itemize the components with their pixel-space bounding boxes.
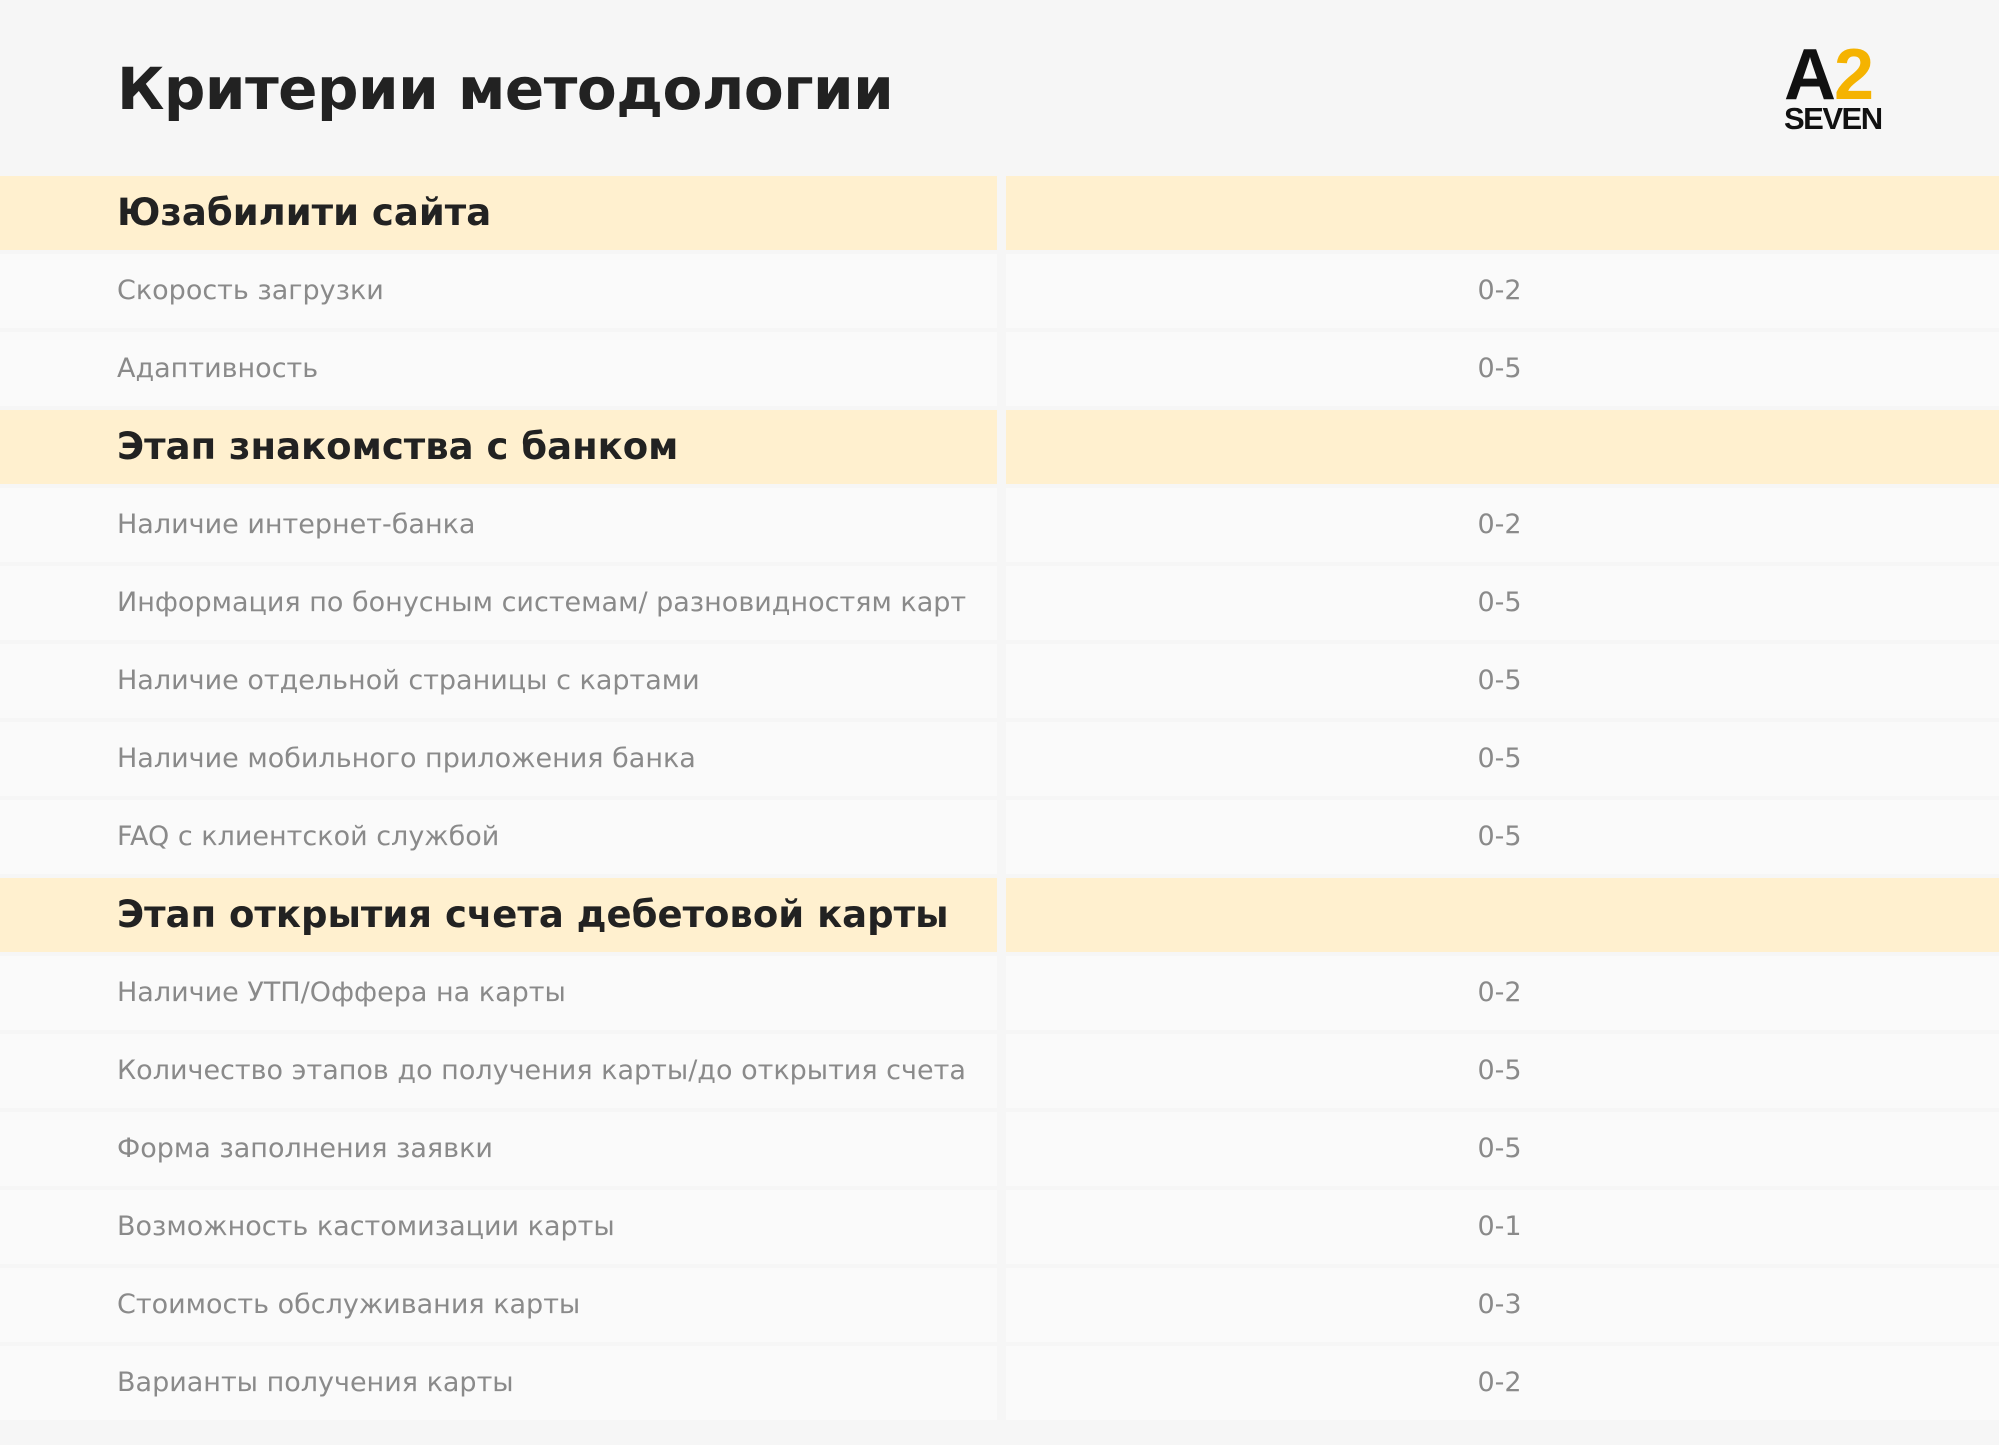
criteria-label: FAQ с клиентской службой (117, 821, 500, 852)
score-range: 0-2 (1477, 275, 1522, 306)
criteria-label: Варианты получения карты (117, 1367, 514, 1398)
section-header-row: Этап знакомства с банком (0, 410, 1999, 488)
criteria-row: Возможность кастомизации карты 0-1 (0, 1190, 1999, 1268)
section-title: Юзабилити сайта (117, 191, 492, 234)
criteria-label: Наличие мобильного приложения банка (117, 743, 696, 774)
criteria-cell: Этап знакомства с банком (0, 410, 997, 484)
score-cell: 0-1 (1006, 1190, 1999, 1264)
criteria-row: Наличие УТП/Оффера на карты 0-2 (0, 956, 1999, 1034)
score-cell: 0-5 (1006, 1034, 1999, 1108)
criteria-cell: Наличие мобильного приложения банка (0, 722, 997, 796)
criteria-cell: Количество этапов до получения карты/до … (0, 1034, 997, 1108)
score-range: 0-5 (1477, 1133, 1522, 1164)
criteria-cell: Наличие отдельной страницы с картами (0, 644, 997, 718)
criteria-label: Форма заполнения заявки (117, 1133, 493, 1164)
criteria-row: Стоимость обслуживания карты 0-3 (0, 1268, 1999, 1346)
criteria-row: Наличие мобильного приложения банка 0-5 (0, 722, 1999, 800)
criteria-cell: Информация по бонусным системам/ разнови… (0, 566, 997, 640)
section-title: Этап знакомства с банком (117, 425, 679, 468)
score-cell: 0-2 (1006, 254, 1999, 328)
score-range: 0-5 (1477, 743, 1522, 774)
criteria-cell: Наличие УТП/Оффера на карты (0, 956, 997, 1030)
criteria-row: Наличие интернет-банка 0-2 (0, 488, 1999, 566)
score-cell (1006, 410, 1999, 484)
score-range: 0-2 (1477, 509, 1522, 540)
score-range: 0-3 (1477, 1289, 1522, 1320)
page-title: Критерии методологии (117, 55, 894, 123)
score-cell: 0-5 (1006, 722, 1999, 796)
score-cell: 0-2 (1006, 488, 1999, 562)
criteria-label: Стоимость обслуживания карты (117, 1289, 581, 1320)
criteria-cell: Варианты получения карты (0, 1346, 997, 1420)
score-cell (1006, 176, 1999, 250)
criteria-row: Информация по бонусным системам/ разнови… (0, 566, 1999, 644)
logo-mark: A2 (1784, 39, 1874, 111)
criteria-cell: Возможность кастомизации карты (0, 1190, 997, 1264)
criteria-cell: Наличие интернет-банка (0, 488, 997, 562)
criteria-cell: Форма заполнения заявки (0, 1112, 997, 1186)
criteria-label: Скорость загрузки (117, 275, 384, 306)
criteria-label: Возможность кастомизации карты (117, 1211, 615, 1242)
section-header-row: Этап открытия счета дебетовой карты (0, 878, 1999, 956)
header: Критерии методологии A2 SEVEN (0, 0, 1999, 176)
criteria-label: Информация по бонусным системам/ разнови… (117, 587, 967, 618)
score-cell: 0-5 (1006, 1112, 1999, 1186)
section-header-row: Юзабилити сайта (0, 176, 1999, 254)
criteria-cell: FAQ с клиентской службой (0, 800, 997, 874)
score-cell: 0-5 (1006, 566, 1999, 640)
score-cell: 0-5 (1006, 800, 1999, 874)
criteria-label: Наличие интернет-банка (117, 509, 476, 540)
criteria-row: Наличие отдельной страницы с картами 0-5 (0, 644, 1999, 722)
criteria-row: Форма заполнения заявки 0-5 (0, 1112, 1999, 1190)
score-range: 0-2 (1477, 1367, 1522, 1398)
score-range: 0-1 (1477, 1211, 1522, 1242)
criteria-cell: Адаптивность (0, 332, 997, 406)
a2-seven-logo: A2 SEVEN (1784, 39, 1884, 136)
criteria-cell: Этап открытия счета дебетовой карты (0, 878, 997, 952)
criteria-row: FAQ с клиентской службой 0-5 (0, 800, 1999, 878)
criteria-row: Скорость загрузки 0-2 (0, 254, 1999, 332)
section-title: Этап открытия счета дебетовой карты (117, 893, 949, 936)
score-cell (1006, 878, 1999, 952)
score-cell: 0-5 (1006, 332, 1999, 406)
logo-word: SEVEN (1784, 101, 1883, 136)
score-range: 0-5 (1477, 587, 1522, 618)
criteria-label: Наличие УТП/Оффера на карты (117, 977, 566, 1008)
criteria-table: Юзабилити сайта Скорость загрузки 0-2 Адапт… (0, 176, 1999, 1424)
criteria-row: Адаптивность 0-5 (0, 332, 1999, 410)
criteria-label: Наличие отдельной страницы с картами (117, 665, 700, 696)
score-cell: 0-3 (1006, 1268, 1999, 1342)
score-range: 0-5 (1477, 821, 1522, 852)
slide-page: Критерии методологии A2 SEVEN Юзабилити … (0, 0, 1999, 1445)
criteria-cell: Стоимость обслуживания карты (0, 1268, 997, 1342)
score-range: 0-5 (1477, 665, 1522, 696)
score-cell: 0-5 (1006, 644, 1999, 718)
score-cell: 0-2 (1006, 956, 1999, 1030)
criteria-label: Количество этапов до получения карты/до … (117, 1055, 966, 1086)
criteria-row: Варианты получения карты 0-2 (0, 1346, 1999, 1424)
score-range: 0-5 (1477, 353, 1522, 384)
score-range: 0-2 (1477, 977, 1522, 1008)
score-range: 0-5 (1477, 1055, 1522, 1086)
score-cell: 0-2 (1006, 1346, 1999, 1420)
criteria-cell: Скорость загрузки (0, 254, 997, 328)
criteria-row: Количество этапов до получения карты/до … (0, 1034, 1999, 1112)
criteria-cell: Юзабилити сайта (0, 176, 997, 250)
criteria-label: Адаптивность (117, 353, 319, 384)
